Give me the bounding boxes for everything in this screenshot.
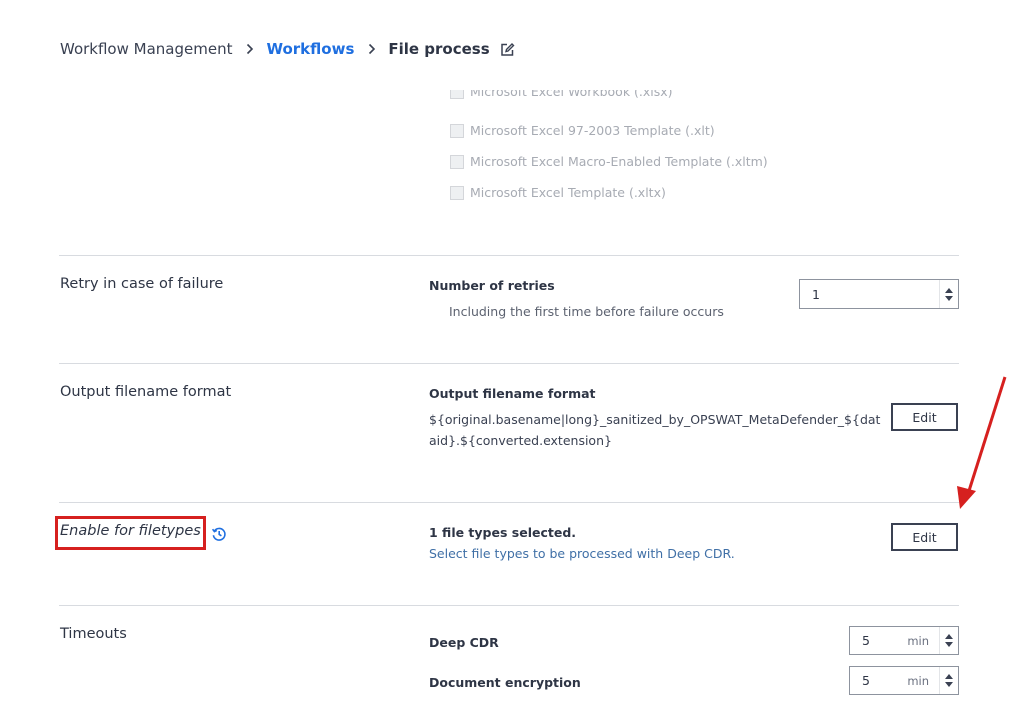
retries-spinner[interactable] xyxy=(939,280,958,308)
checkbox-row: Microsoft Excel Macro-Enabled Template (… xyxy=(450,154,768,169)
timeout-deep-cdr-value[interactable]: 5 xyxy=(850,633,907,648)
checkbox[interactable] xyxy=(450,123,464,138)
checkbox-row: Microsoft Excel Workbook (.xlsx) xyxy=(450,90,673,99)
output-field-label: Output filename format xyxy=(429,386,596,401)
spin-up-icon[interactable] xyxy=(945,287,953,293)
checkbox[interactable] xyxy=(450,154,464,169)
output-format-value: ${original.basename|long}_sanitized_by_O… xyxy=(429,409,881,451)
spin-down-icon[interactable] xyxy=(945,682,953,687)
breadcrumb-current: File process xyxy=(388,40,490,58)
annotation-arrow-icon xyxy=(957,376,1007,509)
chevron-right-icon xyxy=(246,43,254,55)
filetypes-section-title: Enable for filetypes xyxy=(60,523,201,539)
filetype-checkbox-list: Microsoft Excel Workbook (.xlsx) Microso… xyxy=(450,90,870,210)
spin-down-icon[interactable] xyxy=(945,295,953,301)
filetypes-field-description: Select file types to be processed with D… xyxy=(429,546,735,561)
retries-value[interactable]: 1 xyxy=(800,287,939,302)
timeout-spinner[interactable] xyxy=(939,667,958,694)
history-icon[interactable] xyxy=(211,526,227,546)
timeout-spinner[interactable] xyxy=(939,627,958,654)
divider xyxy=(59,255,959,256)
timeout-unit: min xyxy=(907,633,929,648)
output-format-line: ${original.basename|long}_sanitized_by_O… xyxy=(429,412,881,427)
output-format-line: aid}.${converted.extension} xyxy=(429,433,612,448)
checkbox-row-clipped: Microsoft Excel Workbook (.xlsx) xyxy=(450,90,870,108)
breadcrumb-workflows[interactable]: Workflows xyxy=(266,40,354,58)
timeout-deep-cdr-label: Deep CDR xyxy=(429,635,499,650)
checkbox-row: Microsoft Excel 97-2003 Template (.xlt) xyxy=(450,123,715,138)
divider xyxy=(59,502,959,503)
retries-input[interactable]: 1 xyxy=(799,279,959,309)
checkbox[interactable] xyxy=(450,90,464,99)
spin-up-icon[interactable] xyxy=(945,634,953,639)
timeout-encryption-label: Document encryption xyxy=(429,675,581,690)
chevron-right-icon xyxy=(368,43,376,55)
retry-field-label: Number of retries xyxy=(429,278,555,293)
retry-section-title: Retry in case of failure xyxy=(60,276,224,292)
checkbox-label: Microsoft Excel Workbook (.xlsx) xyxy=(470,90,673,99)
page: Workflow Management Workflows File proce… xyxy=(0,0,1026,716)
divider xyxy=(59,363,959,364)
timeouts-section-title: Timeouts xyxy=(60,626,127,642)
output-section-title: Output filename format xyxy=(60,384,232,400)
filetypes-edit-button[interactable]: Edit xyxy=(891,523,958,551)
timeout-unit: min xyxy=(907,673,929,688)
checkbox-label: Microsoft Excel 97-2003 Template (.xlt) xyxy=(470,123,715,138)
checkbox-label: Microsoft Excel Macro-Enabled Template (… xyxy=(470,154,768,169)
filetypes-field-label: 1 file types selected. xyxy=(429,525,577,540)
spin-up-icon[interactable] xyxy=(945,674,953,679)
breadcrumb: Workflow Management Workflows File proce… xyxy=(60,38,515,60)
divider xyxy=(59,605,959,606)
output-edit-button[interactable]: Edit xyxy=(891,403,958,431)
checkbox-row: Microsoft Excel Template (.xltx) xyxy=(450,185,666,200)
spin-down-icon[interactable] xyxy=(945,642,953,647)
timeout-deep-cdr-input[interactable]: 5 min xyxy=(849,626,959,655)
checkbox[interactable] xyxy=(450,185,464,200)
edit-icon[interactable] xyxy=(500,42,515,57)
timeout-encryption-value[interactable]: 5 xyxy=(850,673,907,688)
breadcrumb-workflow-management[interactable]: Workflow Management xyxy=(60,40,232,58)
retry-field-description: Including the first time before failure … xyxy=(449,304,724,319)
checkbox-label: Microsoft Excel Template (.xltx) xyxy=(470,185,666,200)
timeout-encryption-input[interactable]: 5 min xyxy=(849,666,959,695)
